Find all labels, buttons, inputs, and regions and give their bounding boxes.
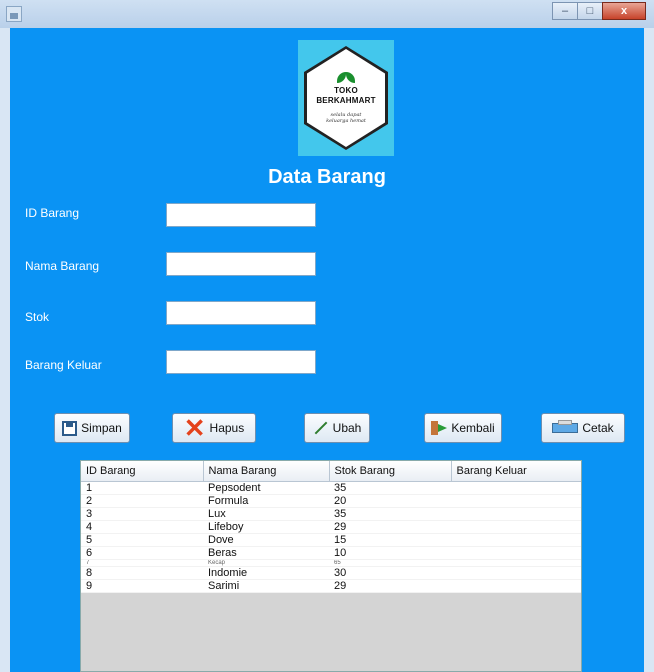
main-panel: TOKO BERKAHMART selalu dapat keluarga he… [10, 28, 644, 672]
cell-id: 1 [81, 481, 203, 495]
cell-keluar [451, 546, 581, 560]
window-border-left [0, 28, 10, 672]
cell-stok: 35 [329, 507, 451, 521]
cetak-button[interactable]: Cetak [541, 413, 625, 443]
cell-id: 5 [81, 533, 203, 547]
table-row[interactable]: 7 Kecap 65 [81, 559, 581, 567]
table-row[interactable]: 4 Lifeboy 29 [81, 520, 581, 534]
column-header[interactable]: ID Barang [81, 461, 204, 482]
cell-id: 9 [81, 579, 203, 593]
cell-stok: 10 [329, 546, 451, 560]
hapus-button[interactable]: ✕ Hapus [172, 413, 256, 443]
nama-barang-label: Nama Barang [25, 259, 100, 273]
logo-text-toko: TOKO [334, 86, 358, 95]
minimize-button[interactable]: – [552, 2, 578, 20]
data-barang-table[interactable]: ID Barang Nama Barang Stok Barang Barang… [80, 460, 582, 672]
hapus-label: Hapus [209, 421, 245, 435]
page-title: Data Barang [268, 166, 386, 188]
table-header-row: ID Barang Nama Barang Stok Barang Barang… [81, 461, 581, 482]
table-row[interactable]: 1 Pepsodent 35 [81, 481, 581, 495]
logo-text-name: BERKAHMART [316, 96, 376, 105]
cell-stok: 65 [329, 559, 451, 567]
table-row[interactable]: 2 Formula 20 [81, 494, 581, 508]
leaf-icon [337, 72, 355, 84]
window-titlebar: – □ x [0, 0, 654, 29]
column-header[interactable]: Barang Keluar [451, 461, 581, 482]
table-row[interactable]: 3 Lux 35 [81, 507, 581, 521]
cell-keluar [451, 507, 581, 521]
table-row[interactable]: 5 Dove 15 [81, 533, 581, 547]
barang-keluar-input[interactable] [166, 350, 316, 374]
exit-door-icon [431, 421, 448, 435]
kembali-label: Kembali [451, 421, 495, 435]
barang-keluar-label: Barang Keluar [25, 358, 102, 372]
stok-input[interactable] [166, 301, 316, 325]
id-barang-input[interactable] [166, 203, 316, 227]
window-controls: – □ x [552, 2, 646, 20]
cell-keluar [451, 566, 581, 580]
nama-barang-input[interactable] [166, 252, 316, 276]
cell-stok: 35 [329, 481, 451, 495]
table-row[interactable]: 8 Indomie 30 [81, 566, 581, 580]
store-logo: TOKO BERKAHMART selalu dapat keluarga he… [298, 40, 394, 156]
save-icon [62, 420, 78, 436]
logo-hexagon: TOKO BERKAHMART selalu dapat keluarga he… [304, 46, 388, 150]
cell-keluar [451, 481, 581, 495]
cell-nama: Lux [203, 507, 329, 521]
cell-nama: Lifeboy [203, 520, 329, 534]
window-border-right [644, 28, 654, 672]
column-header[interactable]: Nama Barang [203, 461, 330, 482]
cell-id: 3 [81, 507, 203, 521]
column-header[interactable]: Stok Barang [329, 461, 452, 482]
cell-id: 4 [81, 520, 203, 534]
cell-nama: Pepsodent [203, 481, 329, 495]
delete-x-icon: ✕ [183, 413, 206, 443]
ubah-button[interactable]: Ubah [304, 413, 370, 443]
table-row[interactable]: 6 Beras 10 [81, 546, 581, 560]
cell-stok: 20 [329, 494, 451, 508]
id-barang-label: ID Barang [25, 206, 80, 220]
ubah-label: Ubah [332, 421, 362, 435]
cell-stok: 30 [329, 566, 451, 580]
cell-keluar [451, 559, 581, 567]
cell-stok: 29 [329, 579, 451, 593]
cell-nama: Indomie [203, 566, 329, 580]
cell-nama: Dove [203, 533, 329, 547]
cell-stok: 29 [329, 520, 451, 534]
cell-id: 7 [81, 559, 203, 567]
simpan-label: Simpan [81, 421, 122, 435]
table-row[interactable]: 9 Sarimi 29 [81, 579, 581, 593]
cell-nama: Formula [203, 494, 329, 508]
logo-tagline: selalu dapat keluarga hemat [326, 112, 366, 124]
cetak-label: Cetak [582, 421, 614, 435]
cell-nama: Sarimi [203, 579, 329, 593]
maximize-button[interactable]: □ [577, 2, 603, 20]
cell-id: 8 [81, 566, 203, 580]
cell-id: 6 [81, 546, 203, 560]
printer-icon [552, 420, 579, 436]
cell-keluar [451, 533, 581, 547]
cell-id: 2 [81, 494, 203, 508]
cell-keluar [451, 520, 581, 534]
cell-stok: 15 [329, 533, 451, 547]
pencil-icon [314, 421, 328, 435]
kembali-button[interactable]: Kembali [424, 413, 502, 443]
cell-keluar [451, 579, 581, 593]
stok-label: Stok [25, 310, 50, 324]
close-button[interactable]: x [602, 2, 646, 20]
simpan-button[interactable]: Simpan [54, 413, 130, 443]
cell-nama: Kecap [203, 559, 329, 567]
cell-nama: Beras [203, 546, 329, 560]
java-app-icon [6, 6, 22, 22]
cell-keluar [451, 494, 581, 508]
